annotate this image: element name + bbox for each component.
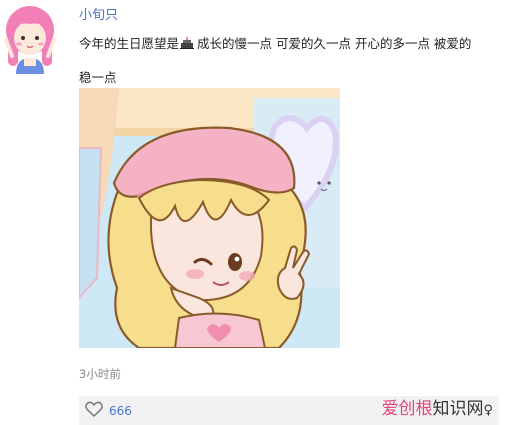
like-count: 666 <box>109 404 132 418</box>
username-link[interactable]: 小旬只 <box>79 4 118 23</box>
watermark-part2: 知识网 <box>432 399 484 419</box>
post-text: 今年的生日愿望是 成长的慢一点 可爱的久一点 开心的多一点 被爱的稳一点 <box>79 27 479 95</box>
like-button[interactable]: 666 <box>85 401 132 421</box>
avatar[interactable] <box>4 4 56 74</box>
heart-outline-icon <box>85 401 103 421</box>
watermark: 爱创根知识网♀ <box>381 396 493 424</box>
birthday-cake-icon <box>180 28 195 49</box>
post-timestamp: 3小时前 <box>79 367 121 381</box>
post-image[interactable] <box>79 88 340 348</box>
watermark-part1: 爱创根 <box>381 399 433 419</box>
watermark-part3: ♀ <box>483 403 493 418</box>
post-text-before: 今年的生日愿望是 <box>79 36 180 51</box>
